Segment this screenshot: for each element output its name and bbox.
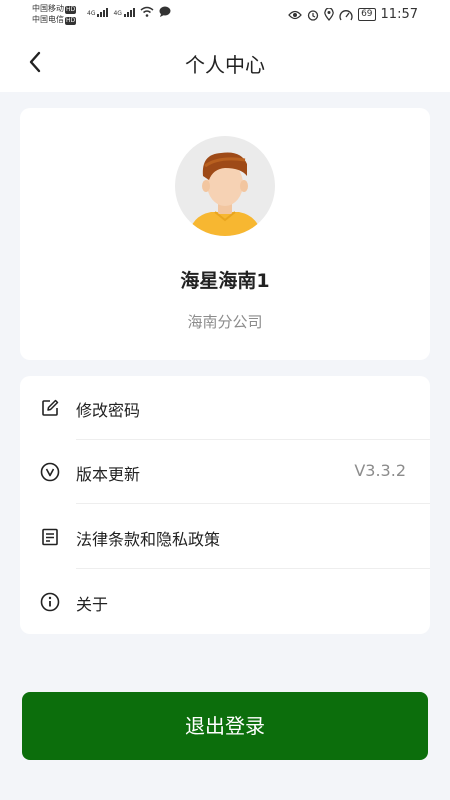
menu-item-legal-privacy[interactable]: 法律条款和隐私政策 bbox=[20, 505, 430, 569]
version-icon bbox=[40, 462, 60, 482]
version-number: V3.3.2 bbox=[354, 461, 406, 480]
menu-item-label: 版本更新 bbox=[76, 465, 141, 484]
eye-icon bbox=[288, 10, 302, 19]
app-header: 个人中心 bbox=[0, 32, 450, 92]
carrier-info: 中国移动 HD 中国电信 HD bbox=[32, 3, 77, 25]
signal-icon: 4G bbox=[113, 8, 135, 17]
menu-item-label: 修改密码 bbox=[76, 401, 141, 420]
message-icon bbox=[159, 6, 171, 17]
menu-item-label: 关于 bbox=[76, 595, 109, 614]
status-bar: 中国移动 HD 中国电信 HD 4G 4G 69 11:57 bbox=[0, 0, 450, 32]
logout-button[interactable]: 退出登录 bbox=[22, 692, 428, 760]
page-title: 个人中心 bbox=[185, 53, 265, 77]
divider bbox=[76, 503, 430, 504]
alarm-icon bbox=[307, 9, 319, 21]
info-icon bbox=[40, 592, 60, 612]
menu-item-version-update[interactable]: 版本更新 V3.3.2 bbox=[20, 440, 430, 504]
divider bbox=[76, 568, 430, 569]
profile-card: 海星海南1 海南分公司 bbox=[20, 108, 430, 360]
signal-indicators: 4G 4G bbox=[87, 6, 171, 17]
menu-item-about[interactable]: 关于 bbox=[20, 570, 430, 634]
signal-icon: 4G bbox=[87, 8, 109, 17]
menu-item-change-password[interactable]: 修改密码 bbox=[20, 376, 430, 440]
carrier-2: 中国电信 bbox=[32, 15, 64, 24]
settings-menu: 修改密码 版本更新 V3.3.2 法律条款和隐私政策 关于 bbox=[20, 376, 430, 634]
speedometer-icon bbox=[339, 9, 353, 20]
user-company: 海南分公司 bbox=[187, 313, 263, 331]
hd-badge: HD bbox=[65, 6, 77, 14]
hd-badge: HD bbox=[65, 17, 77, 25]
menu-item-label: 法律条款和隐私政策 bbox=[76, 530, 221, 549]
carrier-1: 中国移动 bbox=[32, 4, 64, 13]
battery-indicator: 69 bbox=[358, 8, 376, 21]
location-icon bbox=[324, 8, 334, 21]
edit-icon bbox=[42, 399, 59, 416]
user-name: 海星海南1 bbox=[180, 270, 270, 292]
document-icon bbox=[42, 528, 58, 546]
avatar[interactable] bbox=[175, 136, 275, 236]
wifi-icon bbox=[140, 6, 154, 17]
system-status: 69 11:57 bbox=[288, 7, 418, 22]
clock: 11:57 bbox=[380, 7, 418, 22]
